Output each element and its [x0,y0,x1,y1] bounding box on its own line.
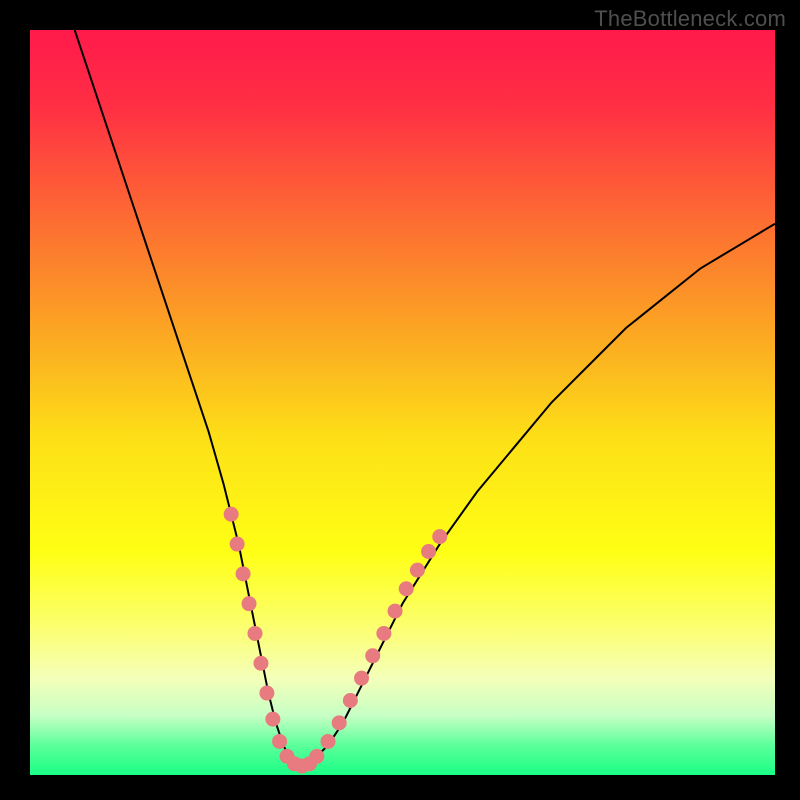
right-dot-1 [355,671,369,685]
left-dot-2 [248,626,262,640]
trough-1 [273,734,287,748]
right-seg-2a [366,649,380,663]
left-seg-2b [260,686,274,700]
left-seg-1a [230,537,244,551]
right-seg-2c [388,604,402,618]
left-seg-2c [266,712,280,726]
bottleneck-curve [75,30,775,768]
left-seg-1b [236,567,250,581]
right-dot-3 [433,530,447,544]
right-seg-2b [377,626,391,640]
right-dot-2 [422,545,436,559]
left-seg-1c [242,597,256,611]
right-seg-2d [399,582,413,596]
plot-area [30,30,775,775]
chart-canvas: TheBottleneck.com [0,0,800,800]
curve-layer [30,30,775,775]
right-seg-1c [343,694,357,708]
left-dot-1 [224,507,238,521]
right-seg-1a [321,734,335,748]
left-seg-2a [254,656,268,670]
right-seg-2e [410,563,424,577]
right-seg-1b [332,716,346,730]
trough-6 [310,749,324,763]
watermark-text: TheBottleneck.com [594,6,786,32]
